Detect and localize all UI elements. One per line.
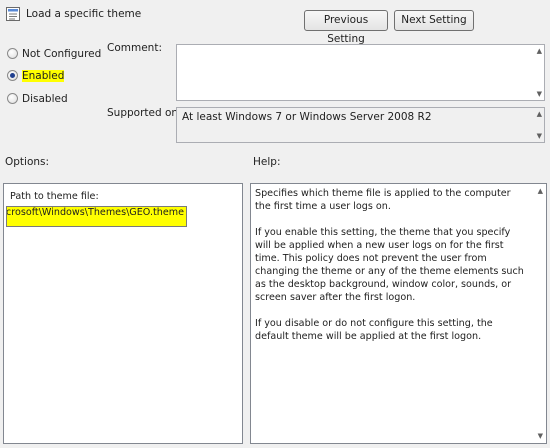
next-setting-button[interactable]: Next Setting xyxy=(394,10,474,31)
supported-on-label: Supported on: xyxy=(107,107,182,119)
theme-path-value: \Microsoft\Windows\Themes\GEO.theme xyxy=(6,207,184,218)
radio-button-selected[interactable] xyxy=(7,70,18,81)
policy-setting-icon xyxy=(6,7,20,21)
radio-disabled[interactable]: Disabled xyxy=(7,91,68,106)
help-paragraph: If you disable or do not configure this … xyxy=(255,318,493,342)
help-paragraph: If you enable this setting, the theme th… xyxy=(255,227,524,303)
help-paragraph: Specifies which theme file is applied to… xyxy=(255,188,511,212)
comment-label: Comment: xyxy=(107,42,162,54)
radio-label-disabled: Disabled xyxy=(22,92,68,105)
comment-field[interactable]: ▲ ▼ xyxy=(176,44,545,101)
scroll-down-icon[interactable]: ▼ xyxy=(537,90,542,98)
help-heading: Help: xyxy=(253,156,281,168)
help-pane: Specifies which theme file is applied to… xyxy=(250,183,547,444)
scroll-up-icon[interactable]: ▲ xyxy=(537,110,542,118)
policy-title: Load a specific theme xyxy=(26,8,142,20)
previous-setting-button[interactable]: Previous Setting xyxy=(304,10,388,45)
scroll-down-icon[interactable]: ▼ xyxy=(538,432,543,440)
radio-button[interactable] xyxy=(7,48,18,59)
scroll-up-icon[interactable]: ▲ xyxy=(538,187,543,195)
help-text: Specifies which theme file is applied to… xyxy=(255,187,527,356)
scroll-up-icon[interactable]: ▲ xyxy=(537,47,542,55)
radio-not-configured[interactable]: Not Configured xyxy=(7,46,101,61)
radio-label-not-configured: Not Configured xyxy=(22,47,102,60)
options-pane: Path to theme file: \Microsoft\Windows\T… xyxy=(3,183,243,444)
radio-label-enabled: Enabled xyxy=(22,69,65,82)
radio-enabled[interactable]: Enabled xyxy=(7,68,65,83)
options-heading: Options: xyxy=(5,156,50,168)
scroll-down-icon[interactable]: ▼ xyxy=(537,132,542,140)
radio-button[interactable] xyxy=(7,93,18,104)
supported-on-field: At least Windows 7 or Windows Server 200… xyxy=(176,107,545,143)
theme-path-input[interactable]: \Microsoft\Windows\Themes\GEO.theme xyxy=(6,206,187,227)
path-label: Path to theme file: xyxy=(10,191,99,202)
supported-on-value: At least Windows 7 or Windows Server 200… xyxy=(182,111,432,123)
